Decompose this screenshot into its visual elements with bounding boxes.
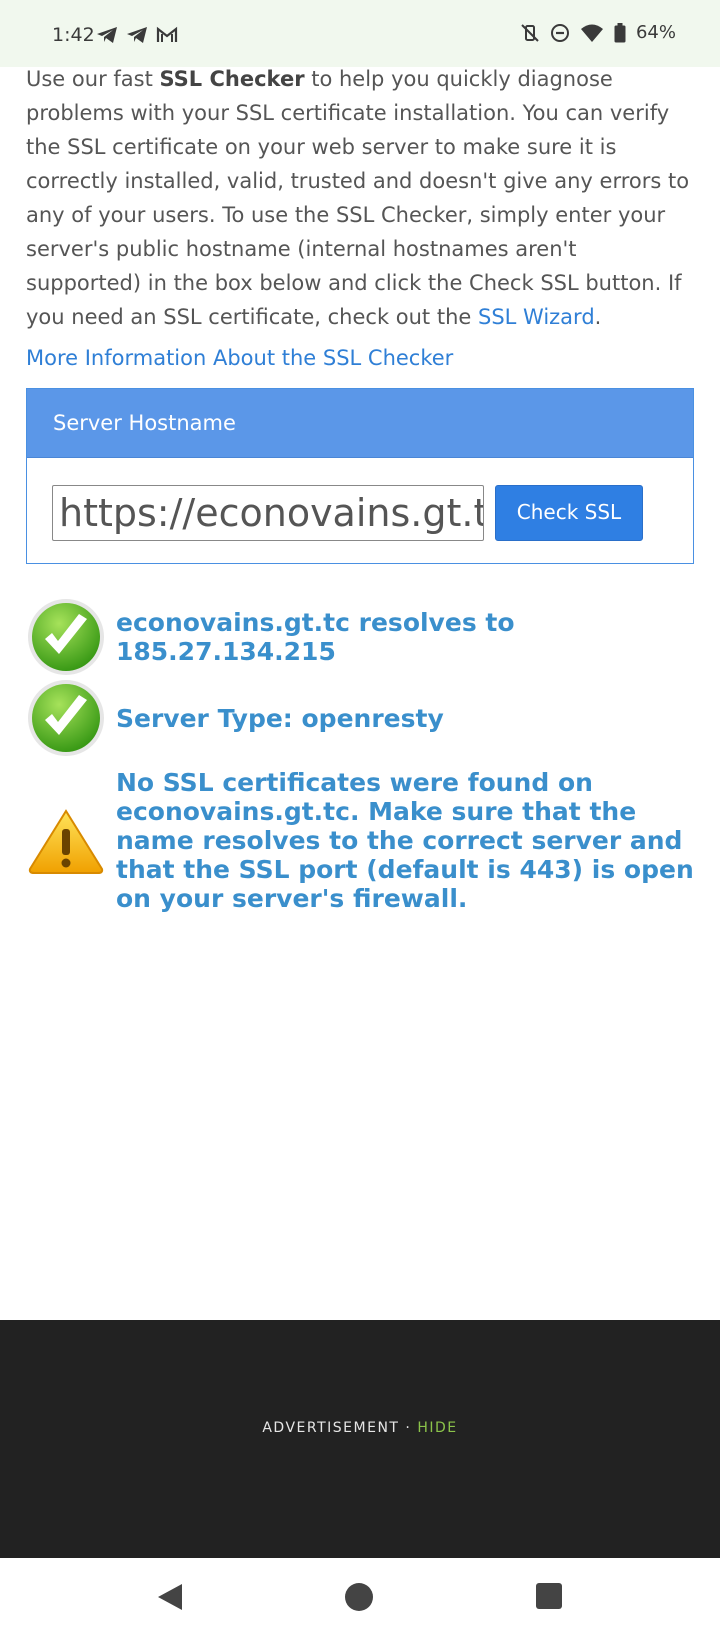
result-text: econovains.gt.tc resolves to 185.27.134.… [116,608,515,666]
recents-icon[interactable] [535,1582,563,1614]
back-icon[interactable] [156,1582,184,1616]
hide-ad-button[interactable]: HIDE [417,1420,457,1436]
gmail-icon [156,26,178,44]
warning-icon [26,801,106,881]
vibrate-off-icon [520,23,540,43]
check-icon [26,678,106,758]
wifi-icon [580,23,604,43]
status-bar: 1:42 64% [0,0,720,67]
advertisement-banner: ADVERTISEMENT · HIDE [0,1320,720,1558]
do-not-disturb-icon [550,23,570,43]
home-icon[interactable] [344,1582,374,1616]
result-row: econovains.gt.tc resolves to 185.27.134.… [26,597,720,677]
intro-paragraph: Use our fast SSL Checker to help you qui… [26,62,694,334]
battery-icon [614,22,626,43]
intro-text-1: Use our fast [26,67,160,91]
more-info-link[interactable]: More Information About the SSL Checker [26,346,453,370]
check-icon [26,597,106,677]
intro-text-2: to help you quickly diagnose problems wi… [26,67,690,329]
intro-text-3: . [594,305,602,329]
intro-section: Use our fast SSL Checker to help you qui… [26,62,694,334]
system-status: 64% [520,22,676,43]
status-time: 1:42 [52,24,95,46]
result-row: No SSL certificates were found on econov… [26,768,696,913]
advertisement-label: ADVERTISEMENT [262,1420,400,1436]
navigation-bar [0,1558,720,1640]
ad-label-row: ADVERTISEMENT · HIDE [0,1420,720,1436]
check-ssl-button[interactable]: Check SSL [495,485,643,541]
server-hostname-panel: Server Hostname https://econovains.gt.tc… [26,388,694,564]
panel-title: Server Hostname [27,389,693,458]
ad-separator: · [405,1420,412,1436]
battery-percent: 64% [635,22,676,43]
result-text: Server Type: openresty [116,703,444,733]
telegram-icon [126,26,148,44]
intro-bold: SSL Checker [159,67,305,91]
notification-icons [96,26,178,44]
telegram-icon [96,26,118,44]
result-row: Server Type: openresty [26,678,444,758]
hostname-input[interactable]: https://econovains.gt.tc [52,485,484,541]
result-text: No SSL certificates were found on econov… [116,768,694,913]
ssl-wizard-link[interactable]: SSL Wizard [478,305,595,329]
